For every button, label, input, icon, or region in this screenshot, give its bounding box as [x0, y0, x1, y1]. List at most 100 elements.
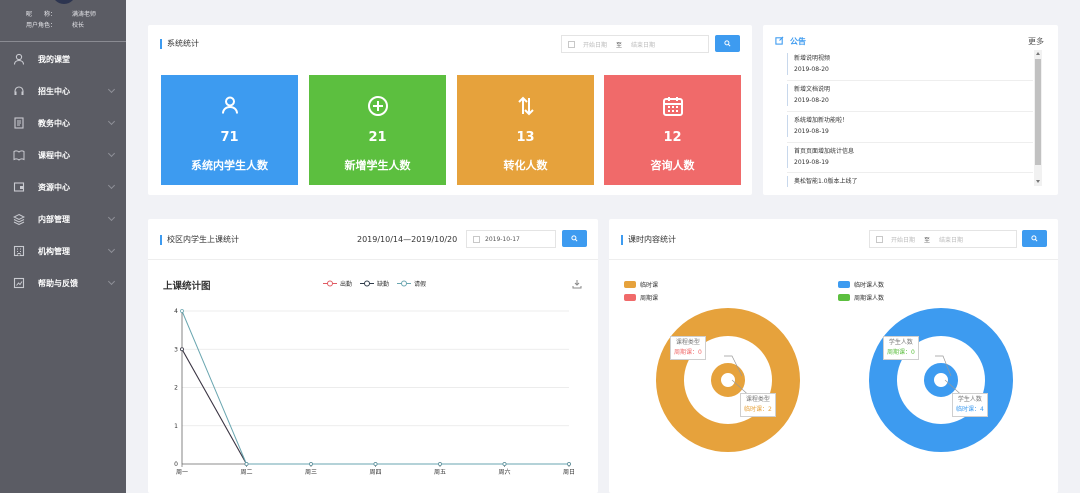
sidebar-item-resource[interactable]: 资源中心 — [0, 171, 126, 203]
chevron-down-icon — [107, 117, 116, 126]
y-tick-label: 1 — [174, 423, 178, 430]
chevron-down-icon — [107, 245, 116, 254]
stat-label: 系统内学生人数 — [191, 159, 268, 172]
search-icon — [1031, 235, 1038, 242]
class-hours-title: 课时内容统计 — [621, 235, 676, 245]
calendar-icon — [876, 235, 883, 243]
notice-scrollbar[interactable] — [1034, 50, 1042, 186]
notice-item-title: 奥松智能1.0版本上线了 — [794, 178, 858, 185]
stat-tile-consultations[interactable]: 12 咨询人数 — [604, 75, 741, 185]
sidebar-item-help[interactable]: 帮助与反馈 — [0, 267, 126, 299]
tooltip-value: 周期课：0 — [887, 349, 915, 356]
legend-item-leave[interactable]: 请假 — [397, 279, 426, 288]
divider — [787, 80, 1033, 81]
arrow-down-icon[interactable] — [1035, 179, 1041, 184]
document-icon — [12, 116, 26, 130]
week-range-input[interactable]: 2019/10/14—2019/10/20 — [357, 235, 457, 244]
sidebar-item-academic[interactable]: 教务中心 — [0, 107, 126, 139]
hours-date-range[interactable]: 开始日期 至 结束日期 — [869, 230, 1017, 248]
sidebar-item-label: 机构管理 — [38, 246, 70, 256]
notice-item[interactable]: 新增文档说明 2019-08-20 — [787, 84, 1033, 106]
notice-item-date: 2019-08-20 — [794, 97, 829, 104]
notice-item-title: 系统增加新功能啦！ — [794, 117, 849, 124]
notice-card — [763, 25, 1058, 195]
arrow-up-icon[interactable] — [1035, 51, 1041, 56]
notice-item-date: 2019-08-20 — [794, 66, 829, 73]
donut-inner-ring — [711, 363, 745, 397]
attendance-legend: 出勤 缺勤 请假 — [323, 279, 426, 288]
attendance-date-picker[interactable]: 2019-10-17 — [466, 230, 556, 248]
end-date-input[interactable]: 结束日期 — [631, 40, 655, 49]
legend-label: 临时课人数 — [854, 282, 885, 289]
download-icon[interactable] — [572, 279, 582, 289]
hours-search-button[interactable] — [1022, 230, 1047, 247]
attendance-title: 校区内学生上课统计 — [160, 235, 239, 245]
sidebar-item-internal[interactable]: 内部管理 — [0, 203, 126, 235]
start-date-input[interactable]: 开始日期 — [583, 40, 607, 49]
data-point — [180, 309, 184, 313]
sidebar-item-label: 课程中心 — [38, 150, 70, 160]
system-stats-title: 系统统计 — [160, 39, 199, 49]
stats-date-range[interactable]: 开始日期 至 结束日期 — [561, 35, 709, 53]
legend-item-absent[interactable]: 缺勤 — [360, 279, 389, 288]
profile-panel: 昵 称： 满涛老师 用户角色： 校长 — [0, 0, 126, 42]
calendar-icon — [473, 235, 480, 243]
sidebar-item-label: 教务中心 — [38, 118, 70, 128]
data-point — [180, 347, 184, 352]
chevron-down-icon — [107, 181, 116, 190]
attendance-search-button[interactable] — [562, 230, 587, 247]
search-icon — [571, 235, 578, 242]
end-date-input[interactable]: 结束日期 — [939, 235, 963, 244]
stat-label: 新增学生人数 — [344, 159, 411, 172]
sidebar: 昵 称： 满涛老师 用户角色： 校长 我的课堂 招生中心 教务中心 课程中心 资… — [0, 0, 126, 493]
search-icon — [724, 40, 731, 47]
sidebar-item-label: 帮助与反馈 — [38, 278, 78, 288]
data-point — [502, 462, 507, 466]
x-tick-label: 周四 — [369, 469, 381, 476]
notice-item[interactable]: 首页页面增加统计信息 2019-08-19 — [787, 146, 1033, 168]
sidebar-item-enrollment[interactable]: 招生中心 — [0, 75, 126, 107]
role-value: 校长 — [72, 22, 85, 29]
tooltip-title: 课程类型 — [745, 396, 770, 403]
student-tooltip-cycle: 学生人数 周期课：0 — [883, 336, 919, 360]
sidebar-item-course[interactable]: 课程中心 — [0, 139, 126, 171]
course-type-donut-chart — [656, 308, 800, 452]
legend-label: 缺勤 — [377, 281, 390, 288]
stat-tile-total-students[interactable]: 71 系统内学生人数 — [161, 75, 298, 185]
layers-icon — [12, 212, 26, 226]
legend-item-temp-course[interactable]: 临时课 — [624, 280, 658, 289]
attendance-date-value: 2019-10-17 — [485, 235, 520, 243]
tooltip-title: 学生人数 — [957, 396, 982, 403]
avatar[interactable] — [52, 0, 76, 4]
stats-search-button[interactable] — [715, 35, 740, 52]
student-tooltip-temp: 学生人数 临时课：4 — [952, 393, 988, 417]
notice-item-title: 新增说明视频 — [794, 55, 831, 62]
start-date-input[interactable]: 开始日期 — [891, 235, 915, 244]
user-icon — [161, 95, 298, 117]
notice-item[interactable]: 奥松智能1.0版本上线了 — [787, 176, 1033, 187]
plus-circle-icon — [309, 95, 446, 117]
folder-icon — [12, 180, 26, 194]
data-point — [373, 462, 378, 466]
notice-item[interactable]: 系统增加新功能啦！ 2019-08-19 — [787, 115, 1033, 137]
legend-item-temp-students[interactable]: 临时课人数 — [838, 280, 884, 289]
notice-item-title: 新增文档说明 — [794, 86, 831, 93]
scrollbar-thumb[interactable] — [1035, 59, 1041, 165]
tooltip-value: 周期课：0 — [674, 349, 702, 356]
stat-tile-converted[interactable]: 13 转化人数 — [457, 75, 594, 185]
x-tick-label: 周日 — [563, 469, 575, 476]
stat-tile-new-students[interactable]: 21 新增学生人数 — [309, 75, 446, 185]
date-separator: 至 — [924, 236, 931, 244]
sidebar-item-my-class[interactable]: 我的课堂 — [0, 43, 126, 75]
data-point — [438, 462, 442, 466]
course-tooltip-temp: 课程类型 临时课：2 — [740, 393, 776, 417]
legend-label: 出勤 — [340, 281, 353, 288]
nickname-label: 昵 称： — [26, 11, 57, 18]
legend-label: 请假 — [414, 281, 427, 288]
edit-icon — [775, 36, 784, 45]
sidebar-item-organization[interactable]: 机构管理 — [0, 235, 126, 267]
attendance-chart-title: 上课统计图 — [163, 281, 211, 292]
notice-more-link[interactable]: 更多 — [1028, 36, 1044, 47]
notice-item[interactable]: 新增说明视频 2019-08-20 — [787, 53, 1033, 75]
legend-item-present[interactable]: 出勤 — [323, 279, 352, 288]
